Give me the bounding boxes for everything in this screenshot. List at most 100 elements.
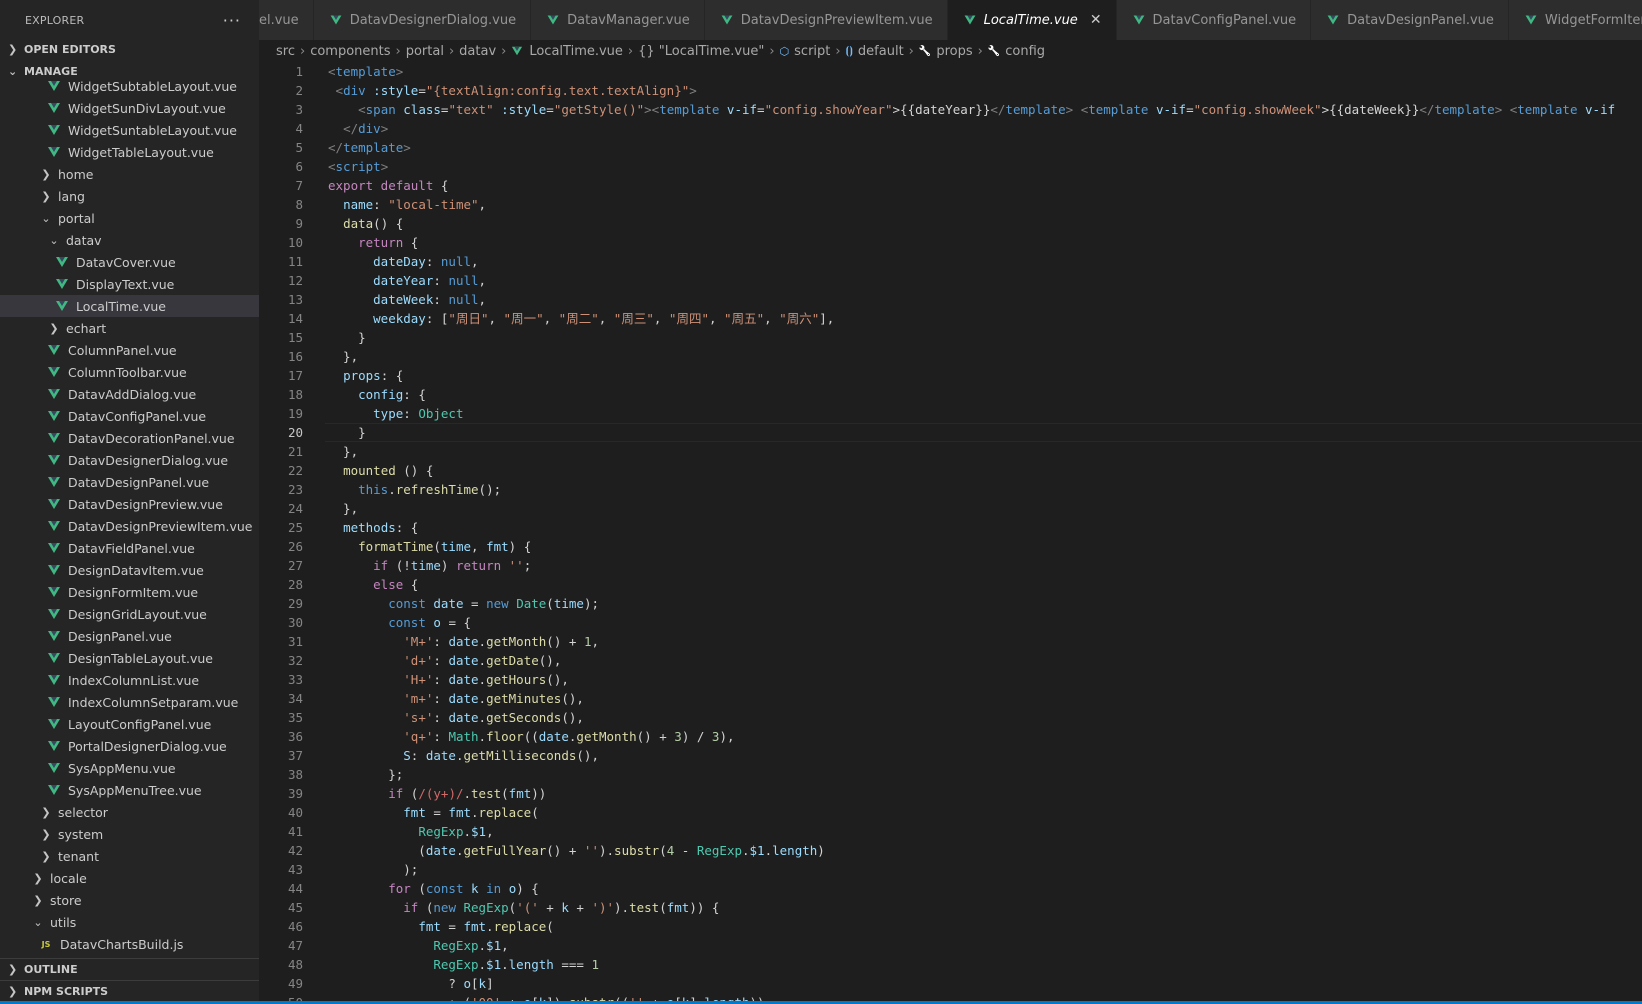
code-token: getMilliseconds bbox=[463, 748, 577, 763]
code-token: date bbox=[448, 634, 479, 649]
file-item[interactable]: DatavCover.vue bbox=[0, 251, 259, 273]
code-token: "周六" bbox=[779, 311, 820, 326]
code-line: 18 config: { bbox=[259, 385, 1642, 404]
editor-tab[interactable]: DatavDesignPanel.vue bbox=[1311, 0, 1509, 40]
folder-item[interactable]: ❯ system bbox=[0, 823, 259, 845]
file-item[interactable]: SysAppMenu.vue bbox=[0, 757, 259, 779]
breadcrumb-item[interactable]: datav bbox=[459, 44, 496, 59]
code-token: floor bbox=[486, 729, 524, 744]
line-number: 47 bbox=[287, 938, 303, 953]
code-token: ); bbox=[583, 596, 599, 611]
breadcrumb-label: default bbox=[857, 43, 904, 59]
folder-item[interactable]: ❯ locale bbox=[0, 867, 259, 889]
folder-item[interactable]: ⌄ utils bbox=[0, 911, 259, 933]
breadcrumb-item[interactable]: 🔧 config bbox=[988, 44, 1045, 59]
tree-item-label: system bbox=[58, 826, 104, 842]
outline-section[interactable]: ❯ OUTLINE bbox=[0, 958, 259, 980]
close-icon[interactable]: ✕ bbox=[1090, 12, 1102, 28]
editor-tab[interactable]: LocalTime.vue ✕ bbox=[947, 0, 1117, 40]
chevron-right-icon: ❯ bbox=[8, 42, 18, 56]
file-item[interactable]: DatavConfigPanel.vue bbox=[0, 405, 259, 427]
folder-item[interactable]: ❯ selector bbox=[0, 801, 259, 823]
breadcrumb-item[interactable]: 🔧 props bbox=[919, 44, 973, 59]
chevron-right-icon: › bbox=[299, 43, 306, 59]
file-item[interactable]: LocalTime.vue bbox=[0, 295, 259, 317]
code-text: 's+': date.getSeconds(), bbox=[328, 708, 584, 727]
breadcrumb-item[interactable]: {} "LocalTime.vue" bbox=[638, 44, 764, 59]
vue-logo-icon bbox=[48, 103, 60, 113]
code-token: k bbox=[471, 881, 479, 896]
breadcrumb-item[interactable]: src bbox=[276, 44, 295, 59]
file-item[interactable]: DatavDesignPreviewItem.vue bbox=[0, 515, 259, 537]
file-item[interactable]: DesignFormItem.vue bbox=[0, 581, 259, 603]
file-item[interactable]: WidgetTableLayout.vue bbox=[0, 141, 259, 163]
editor-tab[interactable]: WidgetFormItem.vue bbox=[1508, 0, 1642, 40]
file-item[interactable]: PortalDesignerDialog.vue bbox=[0, 735, 259, 757]
editor-tab[interactable]: el.vue bbox=[259, 0, 314, 40]
code-token: ], bbox=[819, 311, 835, 326]
file-tree: WidgetSubtableLayout.vue WidgetSunDivLayo… bbox=[0, 75, 259, 955]
file-item[interactable]: DatavDesignerDialog.vue bbox=[0, 449, 259, 471]
line-number: 45 bbox=[287, 900, 303, 915]
folder-item[interactable]: ❯ tenant bbox=[0, 845, 259, 867]
editor-tab[interactable]: DatavDesignPreviewItem.vue bbox=[704, 0, 948, 40]
npm-scripts-section[interactable]: ❯ NPM SCRIPTS bbox=[0, 980, 259, 1002]
file-item[interactable]: IndexColumnList.vue bbox=[0, 669, 259, 691]
file-item[interactable]: WidgetSuntableLayout.vue bbox=[0, 119, 259, 141]
file-item[interactable]: DatavAddDialog.vue bbox=[0, 383, 259, 405]
breadcrumb-item[interactable]: components bbox=[310, 44, 390, 59]
file-item[interactable]: DatavDesignPanel.vue bbox=[0, 471, 259, 493]
folder-item[interactable]: ❯ echart bbox=[0, 317, 259, 339]
code-token: = bbox=[757, 102, 765, 117]
folder-item[interactable]: ❯ store bbox=[0, 889, 259, 911]
folder-item[interactable]: ⌄ datav bbox=[0, 229, 259, 251]
file-item[interactable]: DisplayText.vue bbox=[0, 273, 259, 295]
file-item[interactable]: WidgetSubtableLayout.vue bbox=[0, 75, 259, 97]
folder-item[interactable]: ❯ lang bbox=[0, 185, 259, 207]
file-item[interactable]: DesignDatavItem.vue bbox=[0, 559, 259, 581]
vue-file-icon bbox=[54, 279, 70, 289]
code-token: div bbox=[358, 121, 381, 136]
code-token: test bbox=[471, 786, 502, 801]
line-number: 23 bbox=[287, 482, 303, 497]
file-item[interactable]: SysAppMenuTree.vue bbox=[0, 779, 259, 801]
file-item[interactable]: ColumnToolbar.vue bbox=[0, 361, 259, 383]
file-item[interactable]: JS DatavChartsBuild.js bbox=[0, 933, 259, 955]
file-item[interactable]: DesignTableLayout.vue bbox=[0, 647, 259, 669]
file-item[interactable]: ColumnPanel.vue bbox=[0, 339, 259, 361]
open-editors-section[interactable]: ❯ OPEN EDITORS bbox=[0, 38, 259, 60]
file-item[interactable]: DatavDecorationPanel.vue bbox=[0, 427, 259, 449]
line-number: 27 bbox=[287, 558, 303, 573]
editor-tab[interactable]: DatavConfigPanel.vue bbox=[1116, 0, 1312, 40]
file-item[interactable]: DesignPanel.vue bbox=[0, 625, 259, 647]
editor-tab[interactable]: DatavManager.vue bbox=[531, 0, 705, 40]
file-item[interactable]: DesignGridLayout.vue bbox=[0, 603, 259, 625]
code-token: () { bbox=[373, 216, 404, 231]
code-editor[interactable]: 1 <template> 2 <div :style="{textAlign:con… bbox=[259, 62, 1642, 1001]
breadcrumb-item[interactable]: ⦗⦘ default bbox=[846, 44, 904, 59]
code-token: { bbox=[403, 235, 419, 250]
vue-logo-icon bbox=[48, 367, 60, 377]
code-text: if (new RegExp('(' + k + ')').test(fmt))… bbox=[328, 898, 719, 917]
code-token: > bbox=[1494, 102, 1510, 117]
file-item[interactable]: DatavDesignPreview.vue bbox=[0, 493, 259, 515]
breadcrumb-item[interactable]: LocalTime.vue bbox=[511, 44, 623, 59]
breadcrumb-item[interactable]: ⬡ script bbox=[780, 44, 831, 59]
folder-item[interactable]: ⌄ portal bbox=[0, 207, 259, 229]
line-number: 12 bbox=[287, 273, 303, 288]
more-actions-icon[interactable]: ··· bbox=[223, 11, 241, 30]
file-item[interactable]: IndexColumnSetparam.vue bbox=[0, 691, 259, 713]
file-item[interactable]: WidgetSunDivLayout.vue bbox=[0, 97, 259, 119]
chevron-down-icon: ⌄ bbox=[49, 233, 59, 247]
tree-item-label: store bbox=[50, 892, 82, 908]
breadcrumb-item[interactable]: portal bbox=[406, 44, 444, 59]
file-item[interactable]: LayoutConfigPanel.vue bbox=[0, 713, 259, 735]
folder-item[interactable]: ❯ home bbox=[0, 163, 259, 185]
editor-tab[interactable]: DatavDesignerDialog.vue bbox=[313, 0, 532, 40]
file-item[interactable]: DatavFieldPanel.vue bbox=[0, 537, 259, 559]
